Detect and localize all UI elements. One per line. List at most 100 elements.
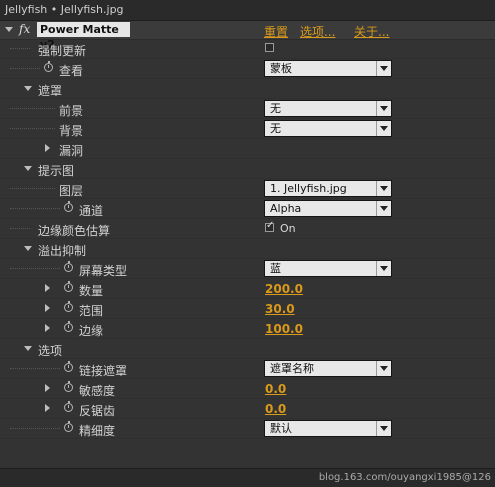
dropdown-value: 1. Jellyfish.jpg bbox=[270, 182, 347, 195]
status-bar: blog.163.com/ouyangxi1985@126 bbox=[0, 468, 495, 487]
prop-label: 屏幕类型 bbox=[79, 264, 128, 278]
background-dropdown[interactable]: 无 bbox=[264, 120, 392, 137]
chevron-down-icon bbox=[376, 421, 391, 436]
group-row-spill[interactable]: 溢出抑制 bbox=[0, 239, 495, 259]
prop-label: 通道 bbox=[79, 204, 104, 218]
checkbox-label: On bbox=[280, 222, 296, 235]
tree-guide bbox=[10, 108, 55, 109]
prop-label: 边缘颜色估算 bbox=[38, 224, 111, 238]
prop-label: 强制更新 bbox=[38, 44, 87, 58]
stopwatch-icon[interactable] bbox=[64, 281, 73, 292]
chevron-down-icon bbox=[376, 181, 391, 196]
group-label: 溢出抑制 bbox=[38, 244, 87, 258]
prop-row-edge-color: 边缘颜色估算 On bbox=[0, 219, 495, 239]
stopwatch-icon[interactable] bbox=[64, 361, 73, 372]
dropdown-value: 无 bbox=[270, 102, 281, 115]
expand-icon[interactable] bbox=[45, 384, 50, 392]
force-update-checkbox[interactable] bbox=[265, 43, 274, 52]
channel-dropdown[interactable]: Alpha bbox=[264, 200, 392, 217]
stopwatch-icon[interactable] bbox=[64, 421, 73, 432]
prop-row-layer: 图层 1. Jellyfish.jpg bbox=[0, 179, 495, 199]
collapse-icon[interactable] bbox=[24, 246, 32, 251]
stopwatch-icon[interactable] bbox=[44, 61, 53, 72]
expand-icon[interactable] bbox=[45, 404, 50, 412]
effect-collapse-icon[interactable] bbox=[5, 27, 13, 32]
prop-label: 范围 bbox=[79, 304, 104, 318]
fx-icon[interactable]: fx bbox=[19, 22, 30, 36]
effect-name[interactable]: Power Matte v2 bbox=[37, 22, 130, 51]
stopwatch-icon[interactable] bbox=[64, 321, 73, 332]
prop-row-force-update: 强制更新 bbox=[0, 39, 495, 59]
chevron-down-icon bbox=[376, 61, 391, 76]
prop-row-sensitivity: 敏感度 0.0 bbox=[0, 379, 495, 399]
tree-guide bbox=[10, 368, 60, 369]
prop-row-background: 背景 无 bbox=[0, 119, 495, 139]
stopwatch-icon[interactable] bbox=[64, 201, 73, 212]
dropdown-value: 蓝 bbox=[270, 262, 281, 275]
group-row-matte[interactable]: 遮罩 bbox=[0, 79, 495, 99]
expand-icon[interactable] bbox=[45, 284, 50, 292]
reset-link[interactable]: 重置 bbox=[264, 23, 288, 40]
chevron-down-icon bbox=[376, 201, 391, 216]
group-label: 选项 bbox=[38, 344, 63, 358]
stopwatch-icon[interactable] bbox=[64, 261, 73, 272]
layer-dropdown[interactable]: 1. Jellyfish.jpg bbox=[264, 180, 392, 197]
collapse-icon[interactable] bbox=[24, 346, 32, 351]
prop-row-range: 范围 30.0 bbox=[0, 299, 495, 319]
options-link[interactable]: 选项... bbox=[300, 23, 335, 40]
prop-row-amount: 数量 200.0 bbox=[0, 279, 495, 299]
collapse-icon[interactable] bbox=[24, 166, 32, 171]
prop-row-antialias: 反锯齿 0.0 bbox=[0, 399, 495, 419]
group-row-options[interactable]: 选项 bbox=[0, 339, 495, 359]
expand-icon[interactable] bbox=[45, 304, 50, 312]
group-label: 提示图 bbox=[38, 164, 75, 178]
edge-color-checkbox[interactable] bbox=[265, 220, 274, 232]
prop-label: 反锯齿 bbox=[79, 404, 116, 418]
collapse-icon[interactable] bbox=[24, 86, 32, 91]
prop-label: 查看 bbox=[59, 64, 84, 78]
screen-type-dropdown[interactable]: 蓝 bbox=[264, 260, 392, 277]
expand-icon[interactable] bbox=[45, 324, 50, 332]
expand-icon[interactable] bbox=[45, 144, 50, 152]
prop-label: 数量 bbox=[79, 284, 104, 298]
prop-row-channel: 通道 Alpha bbox=[0, 199, 495, 219]
dropdown-value: 蒙板 bbox=[270, 62, 292, 75]
dropdown-value: Alpha bbox=[270, 202, 302, 215]
group-row-holes[interactable]: 漏洞 bbox=[0, 139, 495, 159]
amount-value[interactable]: 200.0 bbox=[265, 282, 303, 296]
detail-dropdown[interactable]: 默认 bbox=[264, 420, 392, 437]
tree-guide bbox=[10, 208, 60, 209]
panel-header: Jellyfish • Jellyfish.jpg bbox=[0, 0, 495, 21]
range-value[interactable]: 30.0 bbox=[265, 302, 295, 316]
prop-label: 链接遮罩 bbox=[79, 364, 128, 378]
stopwatch-icon[interactable] bbox=[64, 401, 73, 412]
edge-value[interactable]: 100.0 bbox=[265, 322, 303, 336]
sensitivity-value[interactable]: 0.0 bbox=[265, 382, 286, 396]
dropdown-value: 遮罩名称 bbox=[270, 362, 314, 375]
prop-row-view: 查看 蒙板 bbox=[0, 59, 495, 79]
prop-label: 前景 bbox=[59, 104, 84, 118]
tree-guide bbox=[10, 268, 60, 269]
dropdown-value: 无 bbox=[270, 122, 281, 135]
prop-row-detail: 精细度 默认 bbox=[0, 419, 495, 439]
foreground-dropdown[interactable]: 无 bbox=[264, 100, 392, 117]
watermark: blog.163.com/ouyangxi1985@126 bbox=[318, 472, 491, 483]
chevron-down-icon bbox=[376, 121, 391, 136]
prop-row-foreground: 前景 无 bbox=[0, 99, 495, 119]
stopwatch-icon[interactable] bbox=[64, 381, 73, 392]
dropdown-value: 默认 bbox=[270, 422, 292, 435]
prop-label: 敏感度 bbox=[79, 384, 116, 398]
tree-guide bbox=[10, 48, 30, 49]
chevron-down-icon bbox=[376, 101, 391, 116]
about-link[interactable]: 关于... bbox=[354, 23, 389, 40]
tree-guide bbox=[10, 188, 55, 189]
view-dropdown[interactable]: 蒙板 bbox=[264, 60, 392, 77]
tree-guide bbox=[10, 128, 55, 129]
chevron-down-icon bbox=[376, 361, 391, 376]
stopwatch-icon[interactable] bbox=[64, 301, 73, 312]
prop-label: 背景 bbox=[59, 124, 84, 138]
effect-header-row[interactable]: fx Power Matte v2 重置 选项... 关于... bbox=[0, 21, 495, 51]
antialias-value[interactable]: 0.0 bbox=[265, 402, 286, 416]
link-mask-dropdown[interactable]: 遮罩名称 bbox=[264, 360, 392, 377]
group-row-hint[interactable]: 提示图 bbox=[0, 159, 495, 179]
